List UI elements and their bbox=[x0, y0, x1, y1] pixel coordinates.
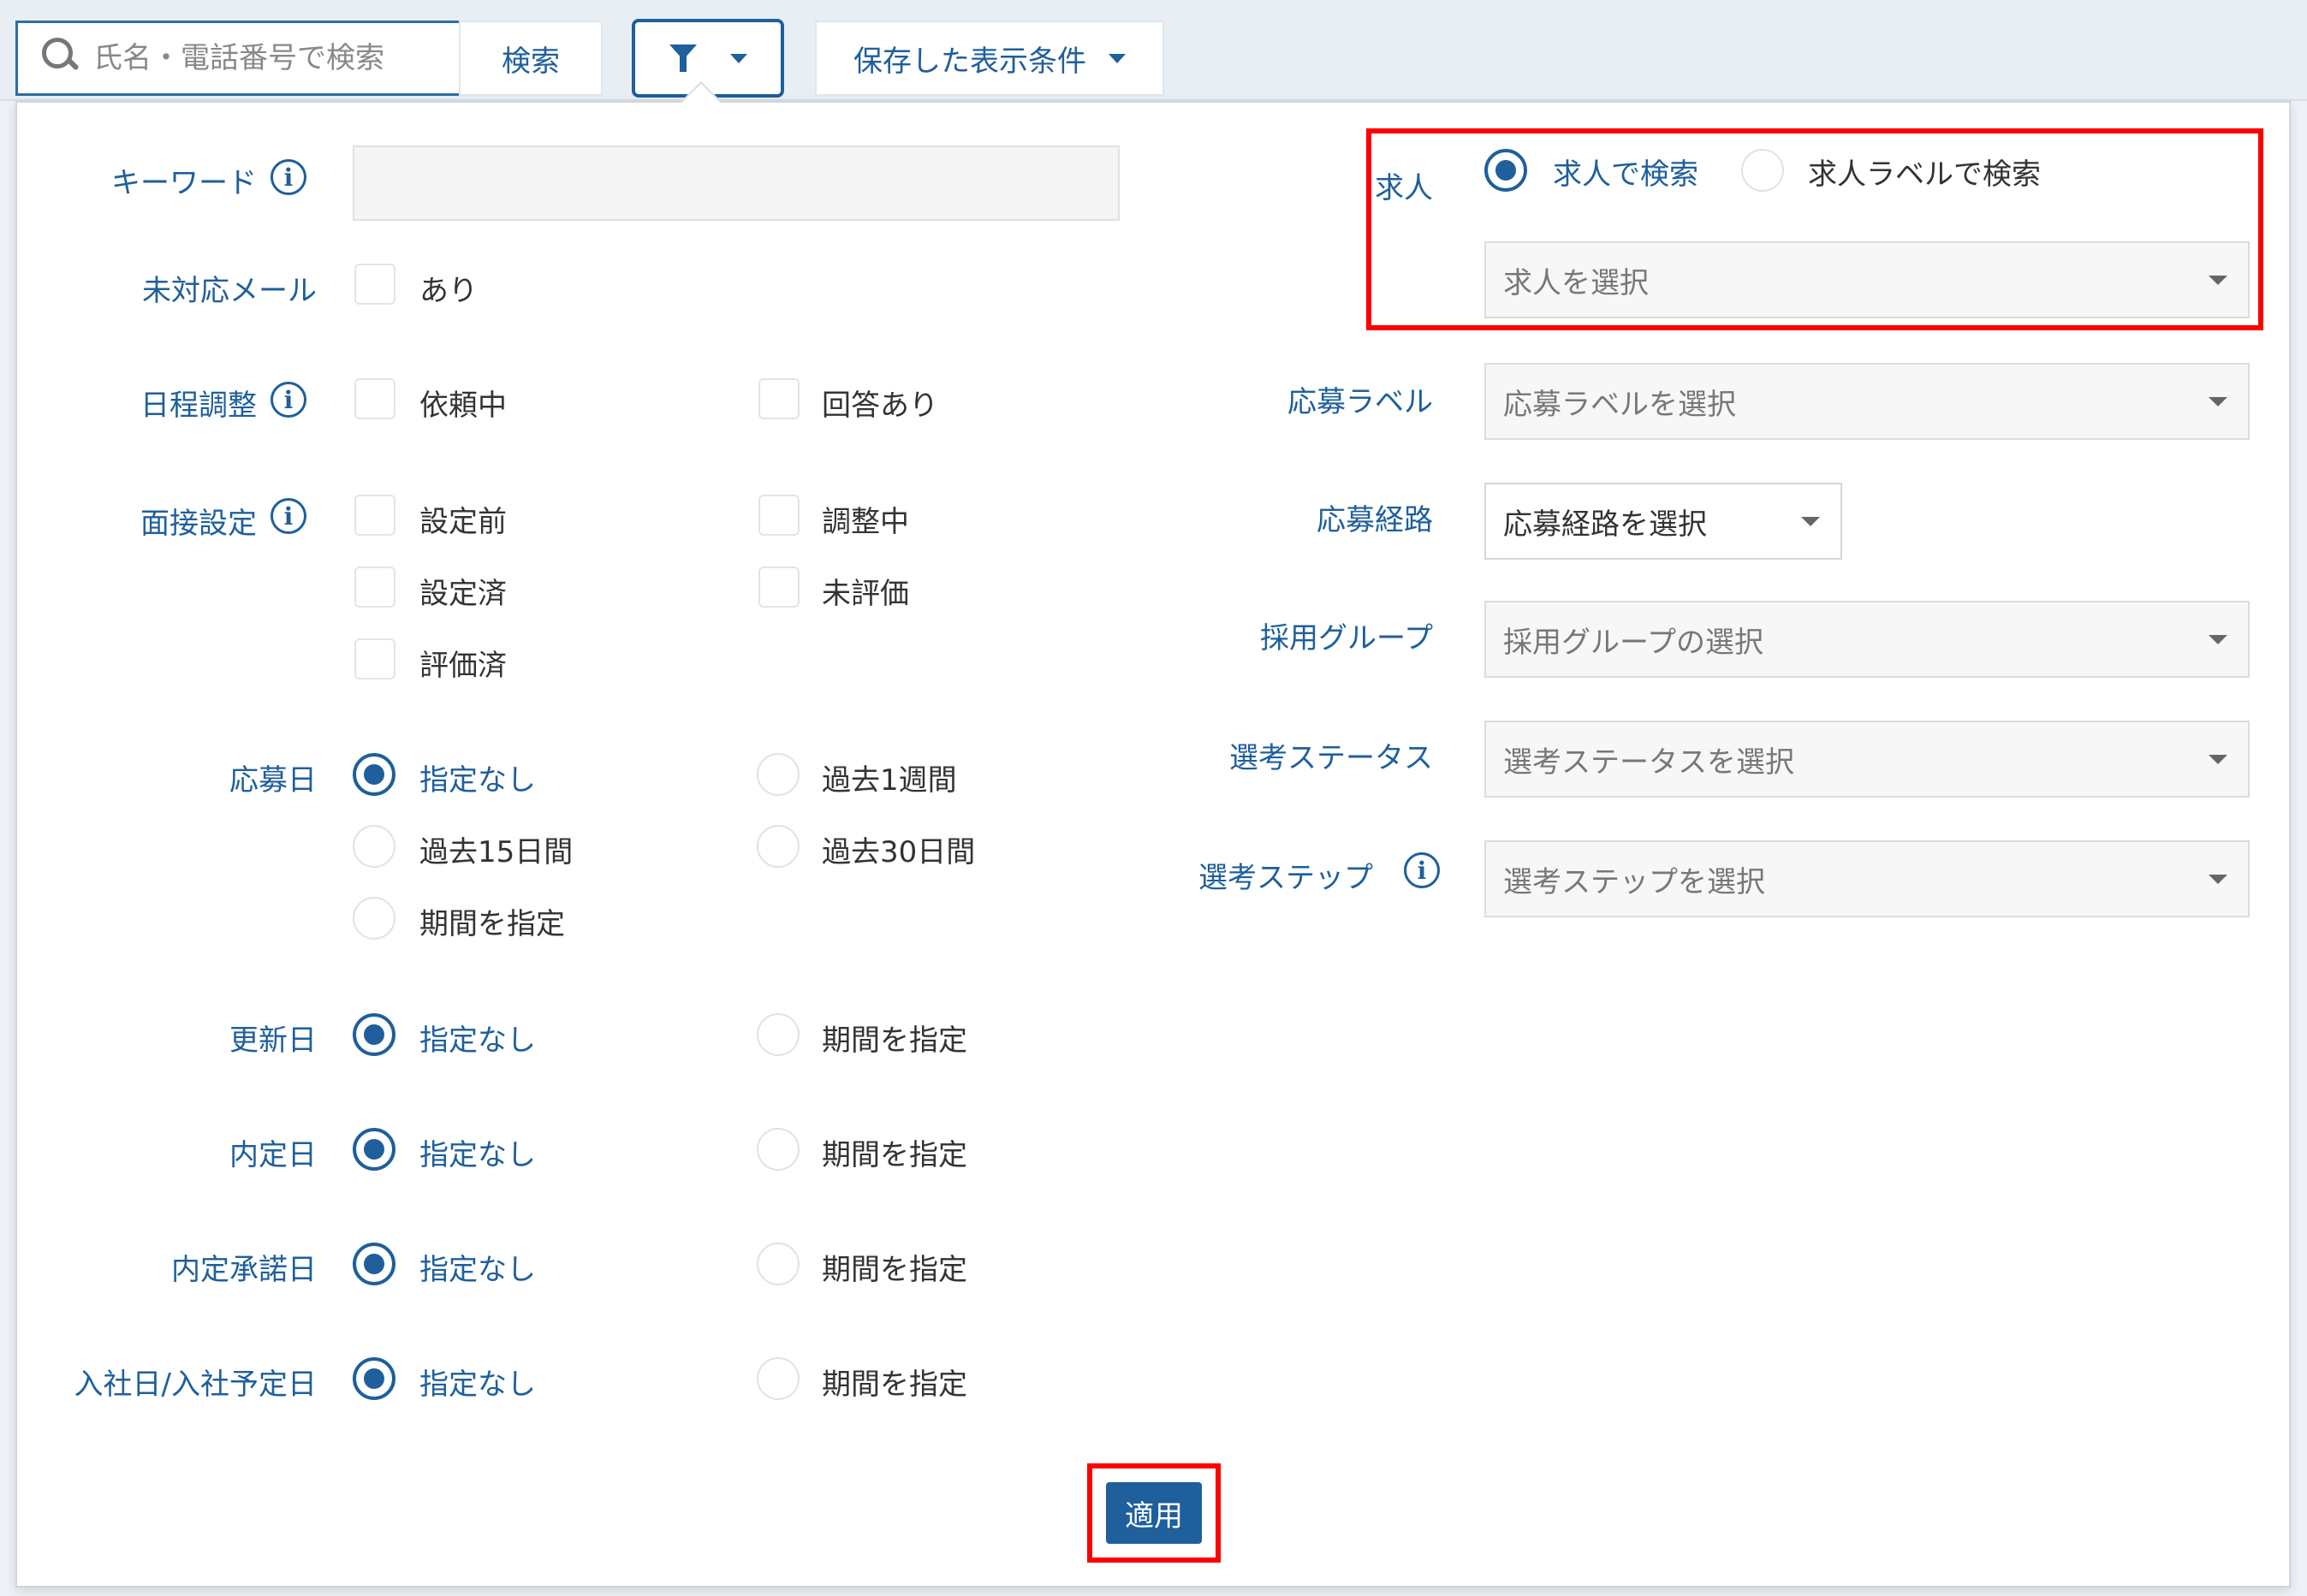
search-input[interactable] bbox=[93, 41, 436, 75]
applied-date-option: 指定なし bbox=[419, 763, 536, 798]
chevron-down-icon bbox=[729, 53, 747, 63]
selection-status-placeholder: 選考ステータスを選択 bbox=[1503, 745, 1794, 780]
search-box bbox=[15, 21, 459, 96]
search-button[interactable]: 検索 bbox=[459, 21, 603, 96]
applied-date-option: 過去30日間 bbox=[822, 835, 976, 869]
schedule-option: 依頼中 bbox=[419, 389, 507, 423]
join-date-radio[interactable] bbox=[757, 1357, 800, 1400]
saved-conditions-button[interactable]: 保存した表示条件 bbox=[815, 21, 1164, 96]
search-icon bbox=[39, 31, 93, 86]
hiring-group-label: 採用グループ bbox=[1260, 621, 1433, 656]
applied-date-radio[interactable] bbox=[353, 825, 395, 868]
chevron-down-icon bbox=[2209, 875, 2227, 884]
interview-checkbox[interactable] bbox=[354, 567, 395, 608]
applied-date-radio[interactable] bbox=[757, 825, 800, 868]
interview-checkbox[interactable] bbox=[354, 495, 395, 536]
applied-date-option: 過去15日間 bbox=[419, 835, 574, 869]
interview-checkbox[interactable] bbox=[758, 567, 800, 608]
chevron-down-icon bbox=[2209, 755, 2227, 764]
interview-checkbox[interactable] bbox=[354, 638, 395, 679]
offer-accept-date-radio[interactable] bbox=[353, 1243, 395, 1285]
applied-date-radio[interactable] bbox=[353, 753, 395, 796]
apply-label-select[interactable]: 応募ラベルを選択 bbox=[1484, 363, 2250, 440]
join-date-label: 入社日/入社予定日 bbox=[74, 1368, 317, 1402]
join-date-option: 指定なし bbox=[419, 1368, 536, 1402]
apply-label-placeholder: 応募ラベルを選択 bbox=[1503, 387, 1736, 422]
offer-date-radio[interactable] bbox=[757, 1128, 800, 1171]
updated-date-radio[interactable] bbox=[757, 1013, 800, 1056]
updated-date-radio[interactable] bbox=[353, 1013, 395, 1056]
interview-option: 評価済 bbox=[419, 649, 507, 683]
filter-icon bbox=[669, 43, 697, 74]
offer-accept-date-label: 内定承諾日 bbox=[171, 1253, 317, 1287]
selection-status-select[interactable]: 選考ステータスを選択 bbox=[1484, 721, 2250, 798]
chevron-down-icon bbox=[2209, 397, 2227, 406]
offer-date-option: 期間を指定 bbox=[822, 1138, 967, 1172]
apply-route-select[interactable]: 応募経路を選択 bbox=[1484, 483, 1842, 560]
interview-option: 調整中 bbox=[822, 505, 909, 539]
schedule-option: 回答あり bbox=[822, 389, 938, 423]
chevron-down-icon bbox=[1109, 53, 1126, 63]
keyword-input[interactable] bbox=[353, 145, 1120, 221]
updated-date-label: 更新日 bbox=[229, 1023, 317, 1058]
selection-status-label: 選考ステータス bbox=[1229, 741, 1433, 775]
interview-option: 設定前 bbox=[419, 505, 507, 539]
offer-accept-date-radio[interactable] bbox=[757, 1243, 800, 1285]
toolbar: 検索 保存した表示条件 bbox=[0, 0, 2307, 101]
info-icon[interactable]: i bbox=[271, 498, 306, 534]
saved-conditions-label: 保存した表示条件 bbox=[853, 44, 1086, 79]
filter-button[interactable] bbox=[632, 19, 784, 98]
applied-date-radio[interactable] bbox=[353, 897, 395, 940]
apply-highlight-box bbox=[1087, 1463, 1221, 1563]
selection-step-placeholder: 選考ステップを選択 bbox=[1503, 864, 1765, 899]
hiring-group-placeholder: 採用グループの選択 bbox=[1503, 625, 1763, 660]
schedule-checkbox-answered[interactable] bbox=[758, 378, 800, 419]
apply-route-placeholder: 応募経路を選択 bbox=[1503, 507, 1707, 542]
applied-date-option: 期間を指定 bbox=[419, 907, 565, 941]
applied-date-radio[interactable] bbox=[757, 753, 800, 796]
info-icon[interactable]: i bbox=[1404, 852, 1440, 888]
schedule-checkbox-requested[interactable] bbox=[354, 378, 395, 419]
schedule-label: 日程調整 bbox=[140, 389, 257, 423]
unhandled-mail-checkbox[interactable] bbox=[354, 264, 395, 305]
job-highlight-box bbox=[1366, 128, 2263, 330]
interview-label: 面接設定 bbox=[140, 507, 257, 541]
join-date-radio[interactable] bbox=[353, 1357, 395, 1400]
offer-accept-date-option: 指定なし bbox=[419, 1253, 536, 1287]
hiring-group-select[interactable]: 採用グループの選択 bbox=[1484, 601, 2250, 678]
selection-step-select[interactable]: 選考ステップを選択 bbox=[1484, 840, 2250, 917]
offer-date-label: 内定日 bbox=[229, 1138, 317, 1172]
interview-option: 未評価 bbox=[822, 577, 909, 611]
applied-date-option: 過去1週間 bbox=[822, 763, 957, 798]
unhandled-mail-label: 未対応メール bbox=[142, 274, 317, 308]
chevron-down-icon bbox=[2209, 635, 2227, 644]
interview-option: 設定済 bbox=[419, 577, 507, 611]
offer-date-option: 指定なし bbox=[419, 1138, 536, 1172]
info-icon[interactable]: i bbox=[271, 382, 306, 418]
join-date-option: 期間を指定 bbox=[822, 1368, 967, 1402]
interview-checkbox[interactable] bbox=[758, 495, 800, 536]
apply-route-label: 応募経路 bbox=[1317, 503, 1433, 537]
chevron-down-icon bbox=[1801, 517, 1820, 526]
selection-step-label: 選考ステップ bbox=[1198, 861, 1373, 895]
keyword-label: キーワード bbox=[111, 166, 257, 200]
updated-date-option: 期間を指定 bbox=[822, 1023, 967, 1058]
info-icon[interactable]: i bbox=[271, 159, 306, 195]
applied-date-label: 応募日 bbox=[229, 763, 317, 798]
unhandled-mail-option: あり bbox=[419, 274, 478, 308]
apply-label-label: 応募ラベル bbox=[1287, 385, 1433, 419]
offer-accept-date-option: 期間を指定 bbox=[822, 1253, 967, 1287]
offer-date-radio[interactable] bbox=[353, 1128, 395, 1171]
updated-date-option: 指定なし bbox=[419, 1023, 536, 1058]
